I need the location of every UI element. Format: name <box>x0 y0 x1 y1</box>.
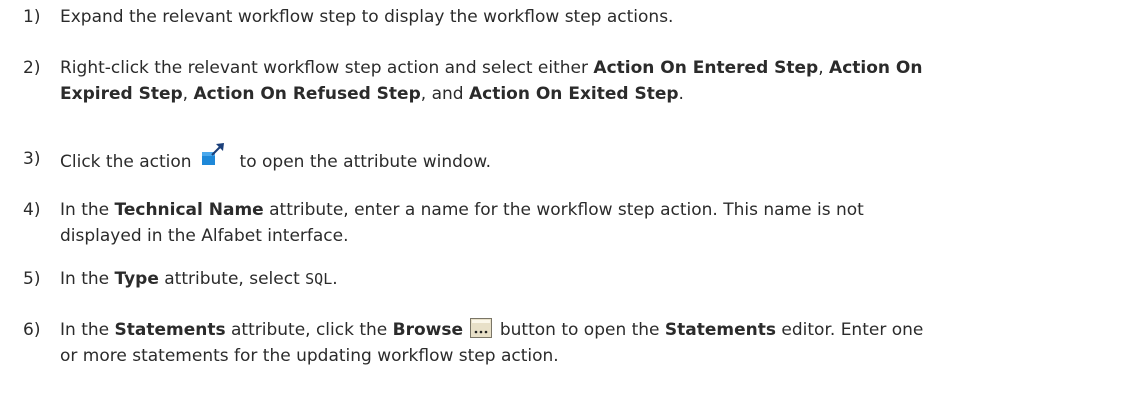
option-action-on-expired-step-part1: Action On <box>829 58 923 78</box>
step-text-run: attribute, enter a name for the workflow… <box>263 200 864 220</box>
step-text: Click the action to open the attribute w… <box>60 143 1142 175</box>
step-1: 1) Expand the relevant workflow step to … <box>23 4 1142 30</box>
step-text-run: In the <box>60 269 115 289</box>
step-number: 4) <box>23 200 41 220</box>
option-action-on-exited-step: Action On Exited Step <box>468 84 679 104</box>
step-text-run: displayed in the Alfabet interface. <box>60 226 349 246</box>
step-text: In the Technical Name attribute, enter a… <box>60 197 1142 249</box>
step-text: Expand the relevant workflow step to dis… <box>60 4 1142 30</box>
step-number: 3) <box>23 149 41 169</box>
instruction-list: 1) Expand the relevant workflow step to … <box>0 0 1148 405</box>
step-text-run: . <box>678 84 684 104</box>
step-text-run: to open the attribute window. <box>239 152 492 172</box>
step-text-run: . <box>332 269 338 289</box>
open-attribute-window-icon <box>200 143 226 170</box>
step-number: 5) <box>23 269 41 289</box>
step-text-run: , <box>818 58 830 78</box>
step-text-run: attribute, click the <box>225 320 393 340</box>
step-text-run: In the <box>60 320 115 340</box>
step-number: 1) <box>23 7 41 27</box>
step-text-run: editor. Enter one <box>776 320 924 340</box>
attribute-type: Type <box>114 269 159 289</box>
editor-statements: Statements <box>664 320 777 340</box>
step-text-run: button to open the <box>494 320 665 340</box>
option-action-on-refused-step: Action On Refused Step <box>193 84 421 104</box>
step-text-run: Click the action <box>60 152 192 172</box>
step-text: Right-click the relevant workflow step a… <box>60 55 1142 107</box>
step-text-run: attribute, select <box>158 269 306 289</box>
option-action-on-expired-step-part2: Expired Step <box>60 84 183 104</box>
step-text-run: or more statements for the updating work… <box>60 346 559 366</box>
step-text-run: , and <box>420 84 469 104</box>
step-6: 6) In the Statements attribute, click th… <box>23 317 1142 369</box>
browse-label: Browse <box>392 320 464 340</box>
step-2: 2) Right-click the relevant workflow ste… <box>23 55 1142 107</box>
step-text: In the Type attribute, select SQL. <box>60 266 1142 292</box>
step-text: In the Statements attribute, click the B… <box>60 317 1142 369</box>
step-5: 5) In the Type attribute, select SQL. <box>23 266 1142 292</box>
code-sql: SQL <box>305 270 333 288</box>
option-action-on-entered-step: Action On Entered Step <box>593 58 819 78</box>
step-text-run: In the <box>60 200 115 220</box>
step-line: Expand the relevant workflow step to dis… <box>60 7 674 27</box>
step-number: 6) <box>23 320 41 340</box>
step-text-run: Right-click the relevant workflow step a… <box>60 58 594 78</box>
step-4: 4) In the Technical Name attribute, ente… <box>23 197 1142 249</box>
attribute-technical-name: Technical Name <box>114 200 264 220</box>
attribute-statements: Statements <box>114 320 226 340</box>
step-number: 2) <box>23 58 41 78</box>
step-text-run: , <box>182 84 194 104</box>
step-3: 3) Click the action to open the attribut… <box>23 143 1142 175</box>
browse-icon <box>470 318 493 338</box>
